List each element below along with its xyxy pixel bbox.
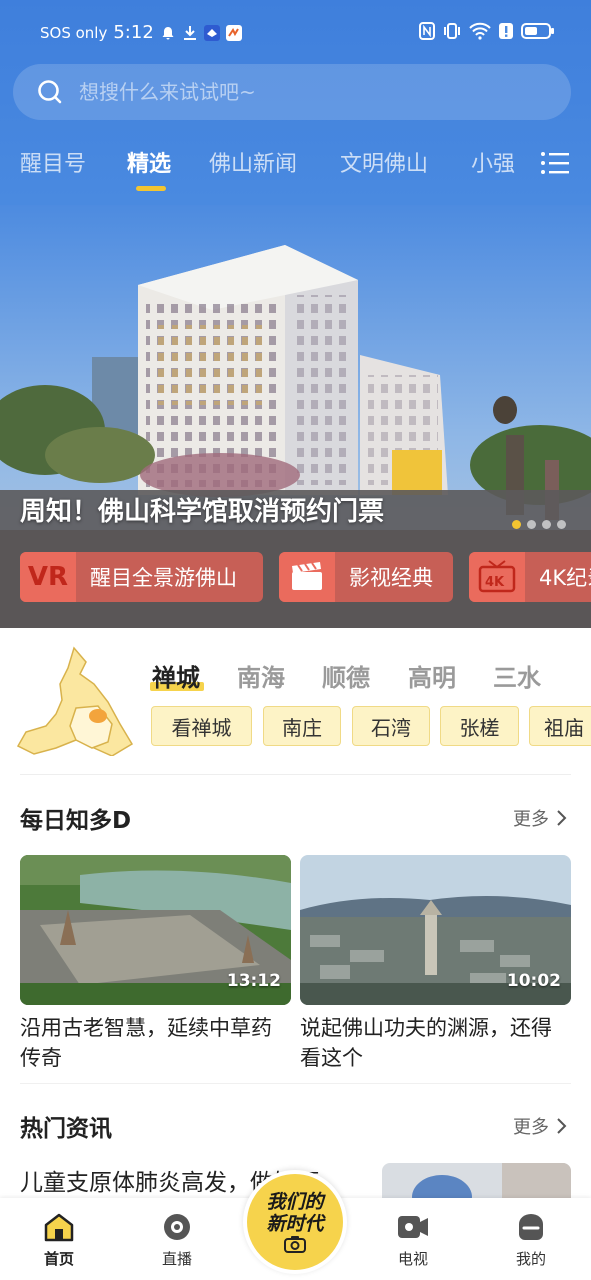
battery-icon bbox=[521, 23, 554, 39]
wifi-icon bbox=[469, 22, 491, 40]
district-tab-gaoming[interactable]: 高明 bbox=[408, 658, 456, 693]
chevron-right-icon bbox=[557, 1118, 567, 1134]
news-item-thumbnail[interactable] bbox=[382, 1163, 571, 1203]
shortcut-label: 影视经典 bbox=[349, 566, 433, 590]
app-header: SOS only 5:12 醒目号 精选 佛山新闻 文明佛山 小强 bbox=[0, 0, 591, 205]
nav-label: 我的 bbox=[515, 1250, 546, 1268]
new-era-camera-button[interactable]: 我们的 新时代 bbox=[243, 1170, 347, 1274]
live-icon bbox=[164, 1214, 190, 1240]
home-icon bbox=[44, 1213, 74, 1242]
nfc-icon bbox=[419, 22, 435, 40]
search-bar[interactable] bbox=[13, 64, 571, 120]
camera-icon bbox=[284, 1236, 306, 1253]
chip-zumiao[interactable]: 祖庙 bbox=[529, 706, 591, 746]
nav-live[interactable]: 直播 bbox=[142, 1212, 212, 1269]
app-notification-icon-2 bbox=[225, 24, 242, 41]
channel-menu-icon[interactable] bbox=[540, 150, 570, 176]
vr-icon-text: VR bbox=[27, 562, 69, 592]
daily-more-link[interactable]: 更多 bbox=[513, 805, 567, 831]
center-button-line1: 我们的 bbox=[266, 1191, 324, 1213]
hero-headline[interactable]: 周知！佛山科学馆取消预约门票 bbox=[20, 491, 384, 528]
clapperboard-icon bbox=[279, 552, 335, 602]
carousel-dots bbox=[512, 520, 566, 529]
shortcut-label: 醒目全景游佛山 bbox=[90, 566, 237, 590]
district-tab-sanshui[interactable]: 三水 bbox=[493, 658, 541, 693]
district-section: 禅城 南海 顺德 高明 三水 看禅城 南庄 石湾 张槎 祖庙 bbox=[0, 628, 591, 774]
video-duration: 10:02 bbox=[506, 971, 561, 991]
video-title[interactable]: 说起佛山功夫的渊源，还得看这个 bbox=[300, 1013, 570, 1073]
foshan-map-icon bbox=[16, 646, 134, 756]
video-thumbnail[interactable]: 10:02 bbox=[300, 855, 571, 1005]
more-label: 更多 bbox=[513, 1117, 549, 1138]
tab-xingmuhao[interactable]: 醒目号 bbox=[20, 146, 86, 178]
hot-news-section-title: 热门资讯 bbox=[20, 1116, 112, 1142]
carousel-dot bbox=[557, 520, 566, 529]
carrier-text: SOS only bbox=[40, 23, 108, 42]
district-tab-shunde[interactable]: 顺德 bbox=[322, 658, 370, 693]
video-duration: 13:12 bbox=[226, 971, 281, 991]
vibrate-icon bbox=[444, 23, 460, 39]
download-icon bbox=[183, 25, 196, 40]
shortcut-classic-films[interactable]: 影视经典 bbox=[279, 552, 453, 602]
tab-featured[interactable]: 精选 bbox=[127, 146, 171, 178]
vr-icon: VR bbox=[20, 552, 76, 602]
video-title[interactable]: 沿用古老智慧，延续中草药传奇 bbox=[20, 1013, 290, 1073]
profile-icon bbox=[519, 1214, 543, 1240]
shortcut-4k-documentary[interactable]: 4K 4K纪录 bbox=[469, 552, 591, 602]
nav-tv[interactable]: 电视 bbox=[378, 1212, 448, 1269]
search-icon bbox=[38, 80, 62, 104]
carousel-dot bbox=[527, 520, 536, 529]
status-bar: SOS only 5:12 bbox=[0, 0, 591, 66]
nav-home[interactable]: 首页 bbox=[24, 1212, 94, 1269]
section-divider bbox=[20, 1083, 571, 1084]
clock-text: 5:12 bbox=[113, 22, 154, 43]
shortcut-label: 4K纪录 bbox=[539, 566, 591, 590]
tab-foshan-news[interactable]: 佛山新闻 bbox=[209, 146, 297, 178]
chip-zhangcha[interactable]: 张槎 bbox=[440, 706, 519, 746]
carousel-dot-active bbox=[512, 520, 521, 529]
chip-shiwan[interactable]: 石湾 bbox=[352, 706, 430, 746]
section-divider bbox=[20, 774, 571, 775]
center-button-line2: 新时代 bbox=[266, 1213, 324, 1235]
district-tab-nanhai[interactable]: 南海 bbox=[237, 658, 285, 693]
carousel-dot bbox=[542, 520, 551, 529]
tv-icon bbox=[398, 1216, 428, 1238]
nav-label: 首页 bbox=[43, 1250, 74, 1268]
active-tab-indicator bbox=[136, 186, 166, 191]
news-thumbnail-image bbox=[382, 1163, 571, 1203]
channel-tabs: 醒目号 精选 佛山新闻 文明佛山 小强 bbox=[0, 140, 591, 190]
video-thumbnail[interactable]: 13:12 bbox=[20, 855, 291, 1005]
more-label: 更多 bbox=[513, 809, 549, 830]
tab-civilized-foshan[interactable]: 文明佛山 bbox=[340, 146, 428, 178]
search-input[interactable] bbox=[79, 80, 519, 104]
tv-4k-icon-text: 4K bbox=[485, 575, 505, 590]
nav-profile[interactable]: 我的 bbox=[496, 1212, 566, 1269]
tv-4k-icon: 4K bbox=[469, 552, 525, 602]
app-notification-icon bbox=[203, 24, 220, 41]
district-tab-chancheng[interactable]: 禅城 bbox=[152, 658, 200, 693]
chip-nanzhuang[interactable]: 南庄 bbox=[263, 706, 341, 746]
bell-icon bbox=[162, 26, 174, 39]
chip-kan-chancheng[interactable]: 看禅城 bbox=[151, 706, 252, 746]
tab-xiaoqiang[interactable]: 小强 bbox=[471, 146, 515, 178]
nav-label: 电视 bbox=[397, 1250, 428, 1268]
daily-section-title: 每日知多D bbox=[20, 808, 132, 834]
chevron-right-icon bbox=[557, 810, 567, 826]
hero-banner[interactable]: 周知！佛山科学馆取消预约门票 VR 醒目全景游佛山 影视经典 4K 4K纪录 bbox=[0, 205, 591, 628]
nav-label: 直播 bbox=[161, 1250, 192, 1268]
hot-news-more-link[interactable]: 更多 bbox=[513, 1113, 567, 1139]
shortcut-vr-tour[interactable]: VR 醒目全景游佛山 bbox=[20, 552, 263, 602]
alert-icon bbox=[499, 23, 513, 39]
